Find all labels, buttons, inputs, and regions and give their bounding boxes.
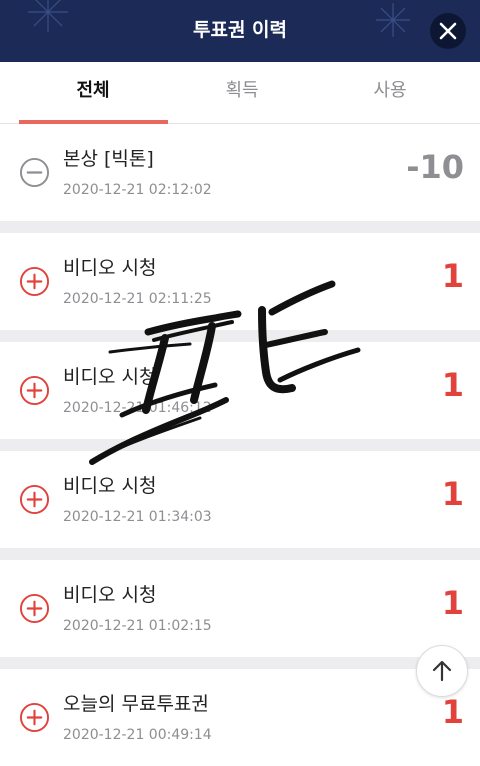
plus-circle-icon (19, 266, 50, 297)
item-date: 2020-12-21 01:02:15 (63, 618, 212, 634)
plus-circle-icon (19, 702, 50, 733)
header-bar: 투표권 이력 (0, 0, 480, 62)
item-name: 비디오 시청 (63, 584, 157, 606)
tab-bar: 전체 획득 사용 (0, 62, 480, 124)
history-item: 본상 [빅톤] 2020-12-21 02:12:02 -10 (0, 124, 480, 221)
plus-circle-icon (19, 375, 50, 406)
close-button[interactable] (430, 13, 466, 49)
plus-circle-icon (19, 484, 50, 515)
close-icon (439, 22, 457, 40)
item-date: 2020-12-21 02:11:25 (63, 291, 212, 307)
history-item: 오늘의 무료투표권 2020-12-21 00:49:14 1 (0, 669, 480, 766)
tab-earned[interactable]: 획득 (168, 62, 316, 122)
item-date: 2020-12-21 02:12:02 (63, 182, 212, 198)
item-name: 오늘의 무료투표권 (63, 693, 209, 715)
item-amount: 1 (441, 257, 464, 295)
history-item: 비디오 시청 2020-12-21 01:02:15 1 (0, 560, 480, 657)
item-name: 비디오 시청 (63, 475, 157, 497)
history-item: 비디오 시청 2020-12-21 01:34:03 1 (0, 451, 480, 548)
item-amount: 1 (441, 475, 464, 513)
item-amount: 1 (441, 584, 464, 622)
item-date: 2020-12-21 00:49:14 (63, 727, 212, 743)
plus-circle-icon (19, 593, 50, 624)
page-title: 투표권 이력 (192, 19, 287, 41)
history-item: 비디오 시청 2020-12-21 02:11:25 1 (0, 233, 480, 330)
item-date: 2020-12-21 01:46:12 (63, 400, 212, 416)
tab-used[interactable]: 사용 (316, 62, 464, 122)
item-amount: -10 (406, 148, 464, 186)
item-name: 비디오 시청 (63, 257, 157, 279)
item-name: 비디오 시청 (63, 366, 157, 388)
item-amount: 1 (441, 693, 464, 731)
history-item: 비디오 시청 2020-12-21 01:46:12 1 (0, 342, 480, 439)
item-name: 본상 [빅톤] (63, 148, 154, 170)
minus-circle-icon (19, 157, 50, 188)
scroll-to-top-button[interactable] (416, 645, 468, 697)
item-amount: 1 (441, 366, 464, 404)
arrow-up-icon (432, 660, 452, 682)
tab-all[interactable]: 전체 (19, 62, 167, 122)
item-date: 2020-12-21 01:34:03 (63, 509, 212, 525)
